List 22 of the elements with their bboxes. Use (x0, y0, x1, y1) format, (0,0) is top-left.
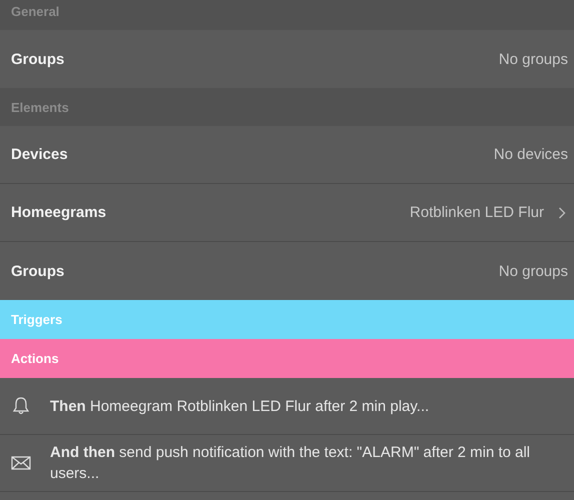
list-row[interactable]: Devices No devices (0, 126, 574, 184)
action-row[interactable]: And then send push notification with the text: "ALARM" after 2 min to all users... (0, 435, 574, 492)
row-title: Groups (11, 262, 64, 280)
list-row[interactable]: Homeegrams Rotblinken LED Flur (0, 184, 574, 242)
section-title: Elements (11, 100, 69, 114)
row-title: Homeegrams (11, 204, 106, 221)
section-title: General (11, 4, 60, 19)
action-text: And then send push notification with the text: "ALARM" after 2 min to all users... (50, 443, 532, 484)
list-row[interactable]: Groups No groups (0, 242, 574, 300)
row-value: No devices (494, 146, 568, 163)
action-text: Then Homeegram Rotblinken LED Flur after 2 min play... (50, 396, 430, 416)
row-value: No groups (498, 50, 568, 68)
envelope-icon (11, 455, 31, 471)
section-title: Triggers (11, 312, 62, 327)
list-row[interactable]: Groups No groups (0, 30, 574, 88)
row-title: Devices (11, 146, 68, 163)
row-title: Groups (11, 50, 64, 68)
action-row[interactable]: Then Homeegram Rotblinken LED Flur after 2 min play... (0, 378, 574, 435)
bell-icon (11, 396, 31, 416)
section-title: Actions (11, 351, 59, 366)
row-value: Rotblinken LED Flur (410, 204, 544, 221)
row-value: No groups (498, 262, 568, 280)
